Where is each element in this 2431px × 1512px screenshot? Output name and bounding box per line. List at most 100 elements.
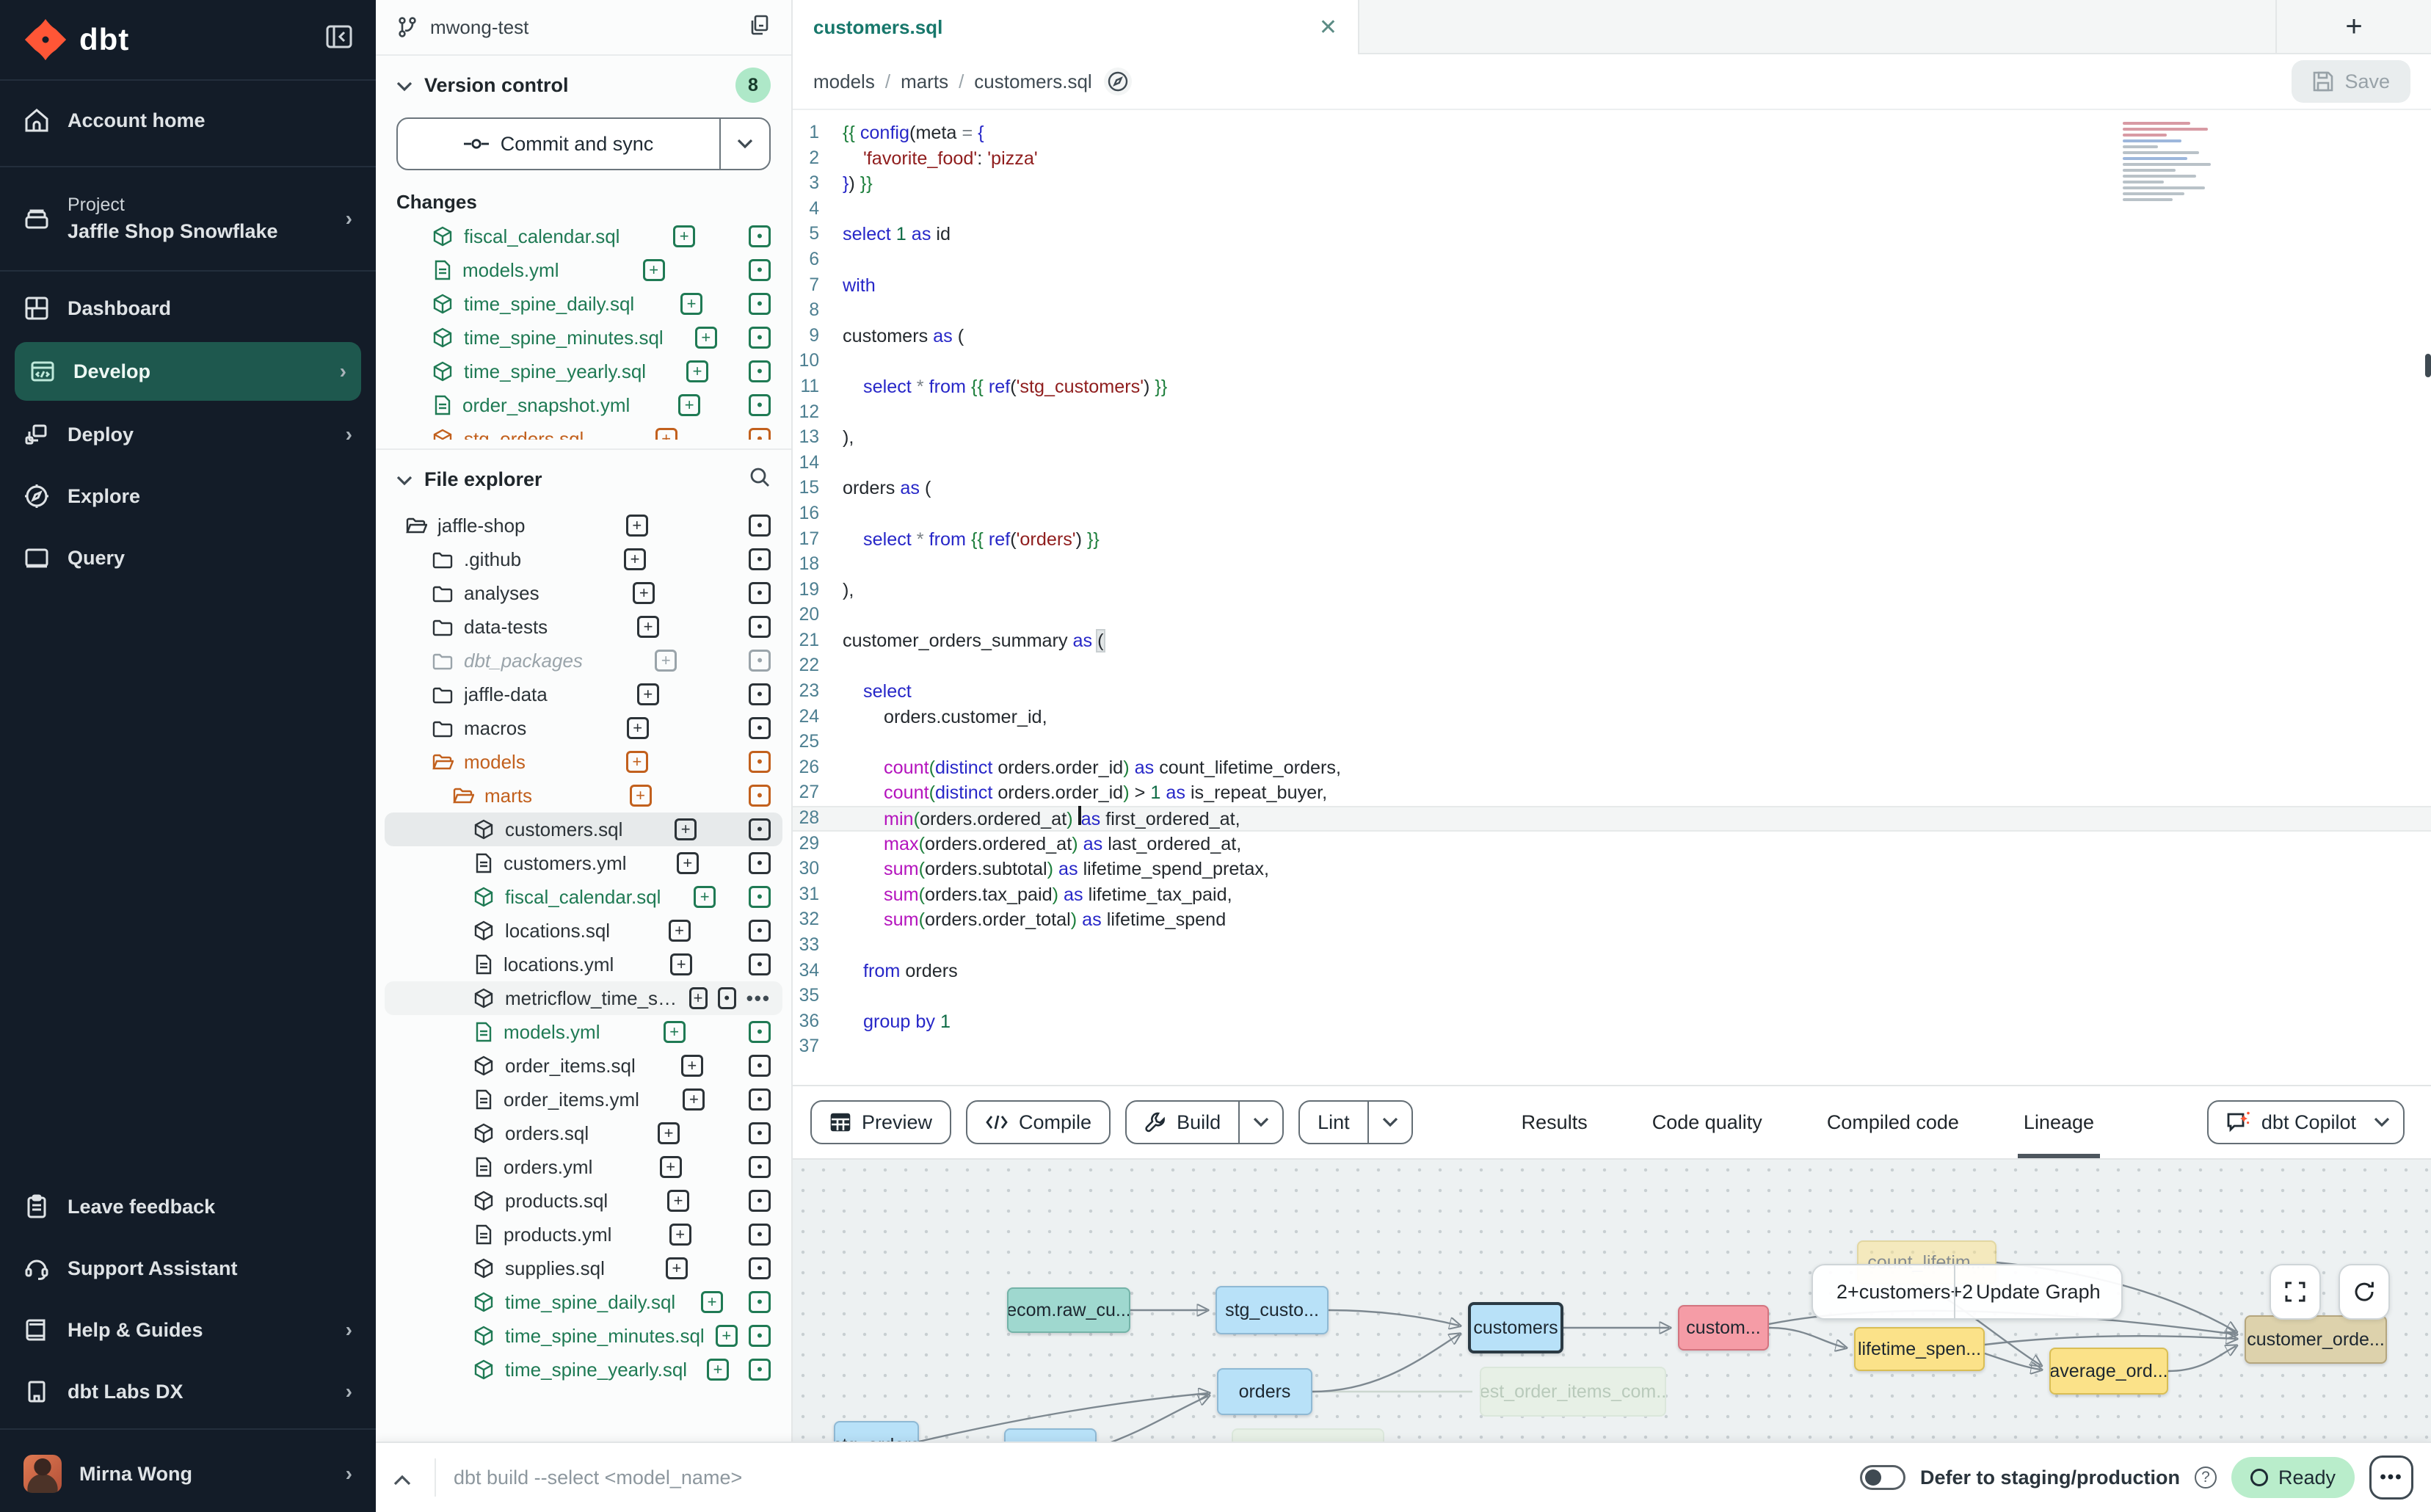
stage-plus-icon[interactable]: + bbox=[667, 1190, 689, 1212]
status-badge[interactable]: Ready bbox=[2231, 1457, 2355, 1498]
modified-dot-icon[interactable]: • bbox=[749, 582, 771, 604]
defer-toggle[interactable] bbox=[1860, 1465, 1905, 1490]
sidebar-item-dashboard[interactable]: Dashboard bbox=[0, 277, 376, 339]
file-explorer-header[interactable]: File explorer bbox=[376, 450, 791, 509]
stage-plus-icon[interactable]: + bbox=[655, 650, 677, 672]
file-tree-row[interactable]: models.yml + • ••• bbox=[385, 1015, 782, 1049]
breadcrumb-item[interactable]: models bbox=[813, 70, 875, 93]
lineage-node[interactable]: test_supply_costs_s... bbox=[1232, 1428, 1384, 1442]
lineage-node[interactable]: ecom.raw_cu... bbox=[1007, 1287, 1130, 1333]
stage-plus-icon[interactable]: + bbox=[658, 1122, 680, 1144]
modified-dot-icon[interactable]: • bbox=[749, 886, 771, 908]
file-tree-row[interactable]: models + • ••• bbox=[385, 745, 782, 779]
result-tab[interactable]: Compiled code bbox=[1821, 1086, 1965, 1158]
stage-plus-icon[interactable]: + bbox=[716, 1325, 738, 1347]
lineage-node[interactable]: stg_custo... bbox=[1216, 1286, 1329, 1334]
lineage-node[interactable]: customer_orde... bbox=[2245, 1315, 2387, 1364]
modified-dot-icon[interactable]: • bbox=[749, 1257, 771, 1279]
update-graph-button[interactable]: Update Graph bbox=[1954, 1265, 2121, 1318]
stage-plus-icon[interactable]: + bbox=[686, 360, 708, 382]
modified-dot-icon[interactable]: • bbox=[749, 751, 771, 773]
modified-dot-icon[interactable]: • bbox=[749, 1055, 771, 1077]
file-tree-row[interactable]: order_items.sql + • ••• bbox=[385, 1049, 782, 1083]
file-tree-row[interactable]: macros + • ••• bbox=[385, 711, 782, 745]
stage-plus-icon[interactable]: + bbox=[633, 582, 655, 604]
stage-plus-icon[interactable]: + bbox=[627, 717, 649, 739]
stage-plus-icon[interactable]: + bbox=[675, 818, 697, 840]
stage-plus-icon[interactable]: + bbox=[669, 920, 691, 942]
copy-branch-icon[interactable] bbox=[749, 14, 771, 41]
fullscreen-button[interactable] bbox=[2270, 1264, 2321, 1320]
compile-button[interactable]: Compile bbox=[966, 1100, 1111, 1144]
sidebar-item-leave-feedback[interactable]: Leave feedback bbox=[0, 1176, 376, 1237]
modified-dot-icon[interactable]: • bbox=[749, 1291, 771, 1313]
commit-options-caret[interactable] bbox=[719, 119, 769, 169]
change-row[interactable]: stg_orders.sql + • bbox=[385, 422, 782, 440]
file-tree-row[interactable]: locations.yml + • ••• bbox=[385, 948, 782, 981]
stage-plus-icon[interactable]: + bbox=[637, 616, 659, 638]
stage-plus-icon[interactable]: + bbox=[669, 1224, 691, 1246]
modified-dot-icon[interactable]: • bbox=[749, 818, 771, 840]
file-tree-row[interactable]: fiscal_calendar.sql + • ••• bbox=[385, 880, 782, 914]
sidebar-item-dbt-labs-dx[interactable]: dbt Labs DX › bbox=[0, 1361, 376, 1422]
stage-plus-icon[interactable]: + bbox=[637, 683, 659, 705]
modified-dot-icon[interactable]: • bbox=[749, 953, 771, 975]
scrollbar-thumb[interactable] bbox=[2425, 354, 2431, 377]
minimap[interactable] bbox=[2123, 119, 2220, 204]
refresh-button[interactable] bbox=[2339, 1264, 2390, 1320]
file-tree-row[interactable]: products.sql + • ••• bbox=[385, 1184, 782, 1218]
result-tab[interactable]: Lineage bbox=[2018, 1086, 2100, 1158]
file-tree-row[interactable]: time_spine_yearly.sql + • ••• bbox=[385, 1353, 782, 1386]
file-tree-row[interactable]: jaffle-data + • ••• bbox=[385, 677, 782, 711]
modified-dot-icon[interactable]: • bbox=[749, 428, 771, 440]
sidebar-item-develop[interactable]: Develop › bbox=[15, 342, 361, 401]
row-menu-icon[interactable]: ••• bbox=[746, 987, 771, 1010]
stage-plus-icon[interactable]: + bbox=[643, 259, 665, 281]
modified-dot-icon[interactable]: • bbox=[749, 293, 771, 315]
lineage-node[interactable]: stg_orders bbox=[834, 1421, 919, 1442]
new-tab-button[interactable]: + bbox=[2275, 0, 2431, 53]
file-tree-row[interactable]: marts + • ••• bbox=[385, 779, 782, 813]
sidebar-item-query[interactable]: Query bbox=[0, 527, 376, 589]
stage-plus-icon[interactable]: + bbox=[689, 987, 708, 1009]
modified-dot-icon[interactable]: • bbox=[749, 1359, 771, 1381]
file-tree-row[interactable]: customers.yml + • ••• bbox=[385, 846, 782, 880]
modified-dot-icon[interactable]: • bbox=[749, 650, 771, 672]
stage-plus-icon[interactable]: + bbox=[678, 394, 700, 416]
stage-plus-icon[interactable]: + bbox=[626, 515, 648, 537]
build-options-caret[interactable] bbox=[1238, 1102, 1282, 1143]
file-tree-row[interactable]: supplies.sql + • ••• bbox=[385, 1251, 782, 1285]
preview-button[interactable]: Preview bbox=[810, 1100, 951, 1144]
modified-dot-icon[interactable]: • bbox=[749, 785, 771, 807]
modified-dot-icon[interactable]: • bbox=[749, 1156, 771, 1178]
modified-dot-icon[interactable]: • bbox=[749, 920, 771, 942]
search-icon[interactable] bbox=[749, 466, 771, 493]
modified-dot-icon[interactable]: • bbox=[749, 1088, 771, 1111]
file-tree-row[interactable]: customers.sql + • ••• bbox=[385, 813, 782, 846]
modified-dot-icon[interactable]: • bbox=[749, 717, 771, 739]
file-tree-row[interactable]: order_items.yml + • ••• bbox=[385, 1083, 782, 1116]
stage-plus-icon[interactable]: + bbox=[630, 785, 652, 807]
build-button[interactable]: Build bbox=[1125, 1100, 1284, 1144]
modified-dot-icon[interactable]: • bbox=[749, 548, 771, 570]
modified-dot-icon[interactable]: • bbox=[749, 683, 771, 705]
file-tree-row[interactable]: analyses + • ••• bbox=[385, 576, 782, 610]
save-button[interactable]: Save bbox=[2292, 60, 2410, 103]
change-row[interactable]: models.yml + • bbox=[385, 253, 782, 287]
file-tree-row[interactable]: .github + • ••• bbox=[385, 542, 782, 576]
collapse-up-icon[interactable] bbox=[385, 1464, 420, 1491]
close-icon[interactable]: ✕ bbox=[1319, 15, 1337, 40]
modified-dot-icon[interactable]: • bbox=[749, 1224, 771, 1246]
stage-plus-icon[interactable]: + bbox=[626, 751, 648, 773]
sidebar-collapse-icon[interactable] bbox=[326, 25, 352, 54]
stage-plus-icon[interactable]: + bbox=[624, 548, 646, 570]
dbt-command-input[interactable] bbox=[451, 1465, 1845, 1491]
lineage-node[interactable]: customers bbox=[1468, 1302, 1563, 1353]
lineage-node[interactable]: custom... bbox=[1678, 1305, 1769, 1351]
lineage-node[interactable]: test_order_items_com... bbox=[1480, 1367, 1666, 1417]
stage-plus-icon[interactable]: + bbox=[677, 852, 699, 874]
lineage-node[interactable]: lifetime_spen... bbox=[1854, 1327, 1985, 1371]
stage-plus-icon[interactable]: + bbox=[664, 1021, 686, 1043]
file-tree-row[interactable]: time_spine_daily.sql + • ••• bbox=[385, 1285, 782, 1319]
sidebar-item-explore[interactable]: Explore bbox=[0, 465, 376, 527]
